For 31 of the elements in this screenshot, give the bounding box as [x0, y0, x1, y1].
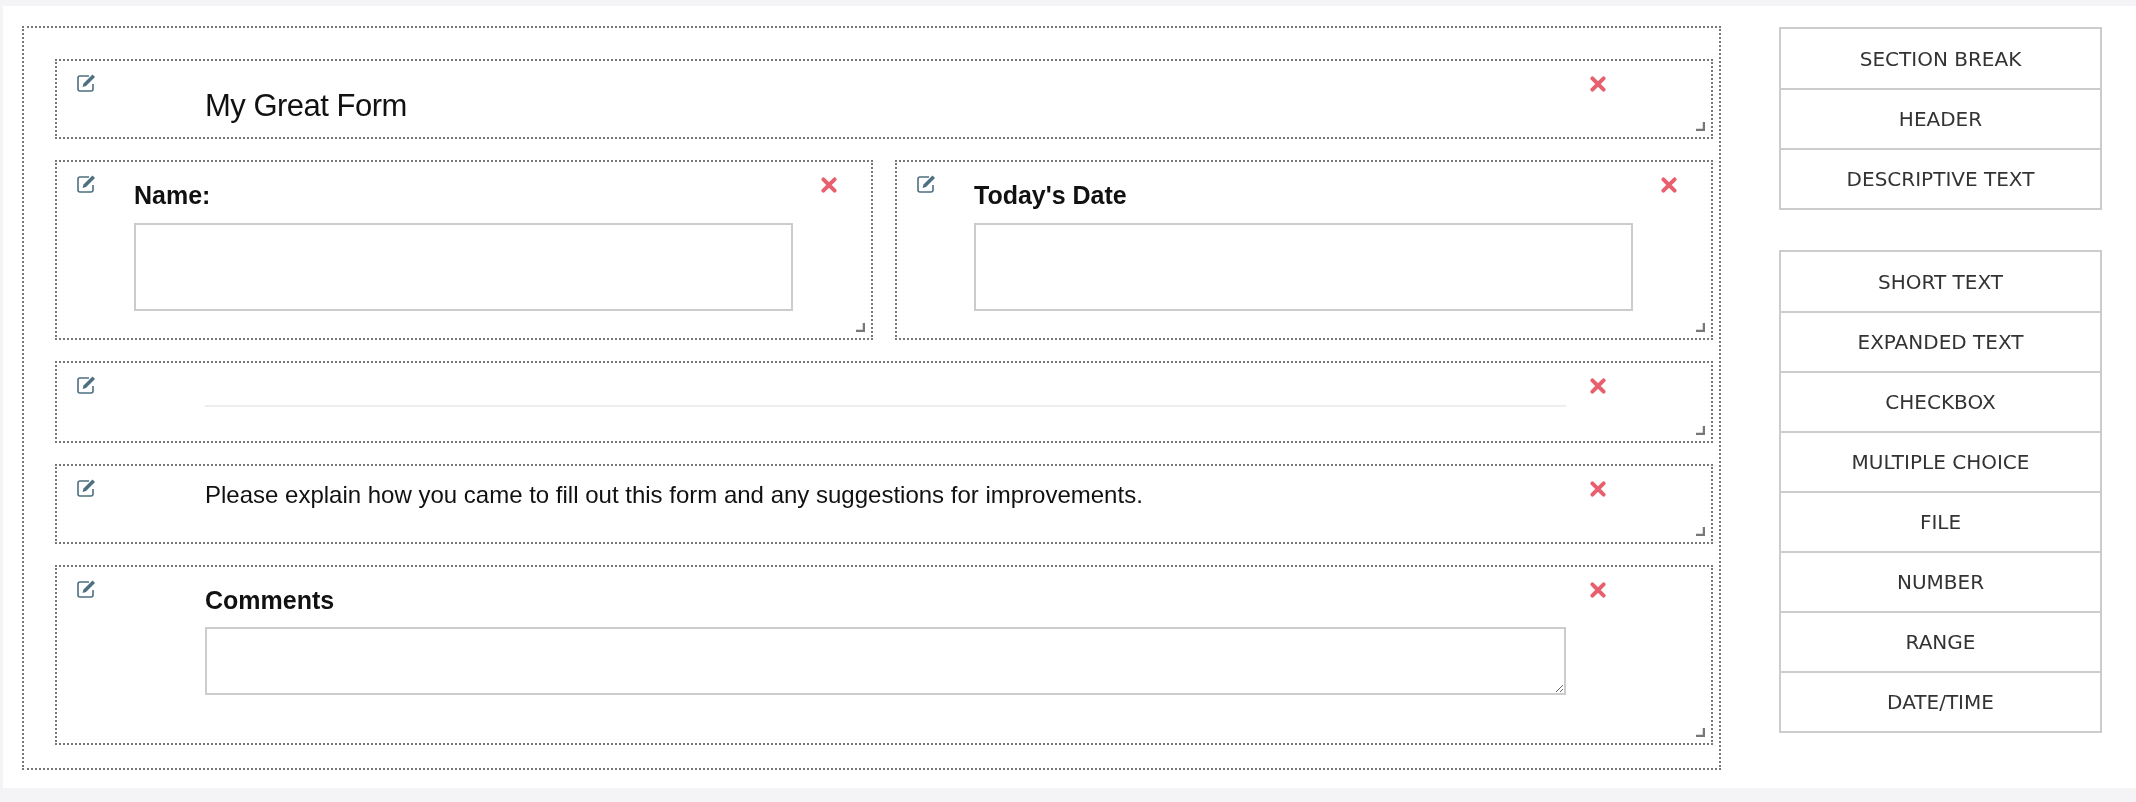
- resize-handle-icon[interactable]: [1696, 728, 1705, 737]
- form-block[interactable]: Today's Date: [895, 160, 1713, 340]
- form-block[interactable]: Name:: [55, 160, 873, 340]
- delete-icon[interactable]: [1589, 581, 1607, 599]
- edit-icon[interactable]: [75, 579, 97, 599]
- input-field[interactable]: [974, 223, 1633, 311]
- resize-handle-icon[interactable]: [1696, 122, 1705, 131]
- resize-handle-icon[interactable]: [1696, 426, 1705, 435]
- form-block[interactable]: [55, 361, 1713, 443]
- field-label: Name:: [134, 180, 212, 210]
- delete-icon[interactable]: [820, 176, 838, 194]
- form-block[interactable]: Comments: [55, 565, 1713, 745]
- resize-handle-icon[interactable]: [856, 323, 865, 332]
- form-block[interactable]: Please explain how you came to fill out this form and any suggestions for improvements.: [55, 464, 1713, 544]
- edit-icon[interactable]: [75, 478, 97, 498]
- edit-icon[interactable]: [915, 174, 937, 194]
- field-label: Comments: [205, 585, 336, 615]
- delete-icon[interactable]: [1660, 176, 1678, 194]
- edit-icon[interactable]: [75, 174, 97, 194]
- input-field[interactable]: [134, 223, 793, 311]
- descriptive-text: Please explain how you came to fill out this form and any suggestions for improvements.: [205, 480, 1144, 510]
- form-title: My Great Form: [205, 87, 408, 125]
- edit-icon[interactable]: [75, 375, 97, 395]
- delete-icon[interactable]: [1589, 480, 1607, 498]
- form-block[interactable]: My Great Form: [55, 59, 1713, 139]
- delete-icon[interactable]: [1589, 75, 1607, 93]
- field-label: Today's Date: [974, 180, 1128, 210]
- delete-icon[interactable]: [1589, 377, 1607, 395]
- resize-handle-icon[interactable]: [1696, 527, 1705, 536]
- edit-icon[interactable]: [75, 73, 97, 93]
- resize-handle-icon[interactable]: [1696, 323, 1705, 332]
